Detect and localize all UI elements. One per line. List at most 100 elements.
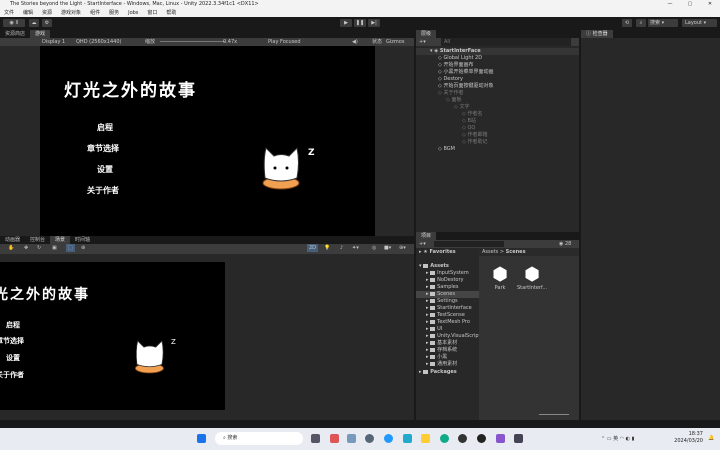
resolution-dropdown[interactable]: QHD (2560x1440) [76,38,121,46]
unity-hub-icon[interactable] [458,434,467,443]
folder-item[interactable]: ▸ 通用素材 [416,361,479,368]
hierarchy-item[interactable]: ◇ 作者名 [416,111,579,118]
tab-asset-store[interactable]: 资源商店 [0,30,30,38]
assets-item[interactable]: ▾ Assets [416,262,479,270]
tab-timeline[interactable]: 时间轴 [70,236,95,244]
scene-file-startinterface[interactable]: ⬢ StartInterf... [517,264,547,291]
hierarchy-item[interactable]: ◇ Destory [416,76,579,83]
scale-slider[interactable] [160,41,225,42]
hierarchy-item[interactable]: ◇ B站 [416,118,579,125]
menu-settings[interactable]: 设置 [97,164,113,175]
hierarchy-item[interactable]: ◇ QQ [416,125,579,132]
menu-about[interactable]: 关于作者 [87,185,119,196]
stats-button[interactable]: 状态 [372,38,382,46]
hierarchy-item[interactable]: ◇ 文字 [416,104,579,111]
folder-item[interactable]: ▸ Settings [416,298,479,305]
start-icon[interactable] [197,434,206,443]
cloud-icon[interactable]: ☁ [29,19,39,27]
search-dropdown[interactable]: 搜索 ▾ [648,19,678,27]
app-icon[interactable] [514,434,523,443]
transform-tool-icon[interactable]: ⊕ [81,244,85,252]
store-icon[interactable] [330,434,339,443]
move-tool-icon[interactable]: ✥ [24,244,28,252]
folder-item[interactable]: ▸ 基本素材 [416,340,479,347]
camera-icon[interactable]: ■▾ [384,244,391,252]
scene-viewport[interactable]: 灯光之外的故事 启程 章节选择 设置 关于作者 Z [0,262,225,410]
menu-assets[interactable]: 资源 [42,9,52,17]
scene-file-park[interactable]: ⬢ Park [487,264,513,291]
folder-item[interactable]: ▸ NoDestory [416,277,479,284]
notification-icon[interactable]: 🔔 [708,435,714,441]
tab-project[interactable]: 项目 [416,232,437,240]
hierarchy-item[interactable]: ◇ BGM [416,146,579,153]
gizmos-icon[interactable]: ⊕▾ [399,244,406,252]
folder-item[interactable]: ▸ TextMesh Pro [416,319,479,326]
folder-item[interactable]: ▸ UI [416,326,479,333]
menu-chapters[interactable]: 章节选择 [87,143,119,154]
maximize-button[interactable]: ▢ [680,0,700,9]
tab-animator[interactable]: 动画器 [0,236,25,244]
hierarchy-item[interactable]: ◇ 小黑开始菜单界面动画 [416,69,579,76]
mute-icon[interactable]: ◀) [352,38,358,46]
folder-item[interactable]: ▸ Unity.VisualScripting [416,333,488,340]
history-icon[interactable]: ⟲ [622,19,632,27]
menu-edit[interactable]: 编辑 [23,9,33,17]
folder-item[interactable]: ▸ TestScense [416,312,479,319]
file-explorer-icon[interactable] [421,434,430,443]
folder-item[interactable]: ▸ 存档系统 [416,347,479,354]
bilibili-icon[interactable] [403,434,412,443]
layout-dropdown[interactable]: Layout ▾ [682,19,717,27]
task-view-icon[interactable] [311,434,320,443]
menu-component[interactable]: 组件 [90,9,100,17]
hierarchy-item[interactable]: ◇ 关于作者 [416,90,579,97]
hierarchy-item[interactable]: ◇ Global Light 2D [416,55,579,62]
rect-tool-icon[interactable]: ⬚ [66,244,75,252]
folder-item[interactable]: ▸ InputSystem [416,270,479,277]
hand-tool-icon[interactable]: ✋ [8,244,14,252]
step-button[interactable]: ▶| [368,19,380,27]
breadcrumb-scenes[interactable]: Scenes [506,249,526,255]
hierarchy-item[interactable]: ◇ 作者助记 [416,139,579,146]
menu-start[interactable]: 启程 [97,122,113,133]
hierarchy-item[interactable]: ◇ 作者邮箱 [416,132,579,139]
clock[interactable]: 18:37 2024/03/20 [673,431,703,445]
pause-button[interactable]: ❚❚ [354,19,366,27]
account-button[interactable]: ◉ II [3,19,25,27]
hierarchy-item[interactable]: ◇ 面板 [416,97,579,104]
gizmos-dropdown[interactable]: Gizmos [386,38,404,46]
packages-item[interactable]: ▸ Packages [416,368,479,376]
play-button[interactable]: ▶ [340,19,352,27]
taskbar-search[interactable]: ⌕ 搜索 [215,432,303,445]
visual-studio-icon[interactable] [496,434,505,443]
ime-indicator[interactable]: 英 [613,436,618,442]
2d-toggle[interactable]: 2D [307,244,319,252]
menu-gameobject[interactable]: 游戏对象 [61,9,81,17]
play-mode-dropdown[interactable]: Play Focused [268,38,301,46]
display-dropdown[interactable]: Display 1 [42,38,65,46]
folder-item[interactable]: ▸ 小黑 [416,354,479,361]
breadcrumb-assets[interactable]: Assets [482,249,498,255]
menu-jobs[interactable]: Jobs [128,9,138,17]
search-icon[interactable]: ⌕ [636,19,646,27]
close-button[interactable]: ✕ [700,0,720,9]
menu-help[interactable]: 帮助 [166,9,176,17]
project-search-input[interactable] [434,241,504,247]
menu-window[interactable]: 窗口 [147,9,157,17]
folder-item[interactable]: ▸ Samples [416,284,479,291]
mail-icon[interactable] [347,434,356,443]
settings-app-icon[interactable] [365,434,374,443]
scale-tool-icon[interactable]: ▣ [52,244,57,252]
create-button[interactable]: +▾ [419,240,426,248]
lighting-icon[interactable]: 💡 [324,244,330,252]
tab-game[interactable]: 游戏 [30,30,51,38]
tab-hierarchy[interactable]: 层级 [416,30,437,38]
rotate-tool-icon[interactable]: ↻ [37,244,41,252]
folder-item[interactable]: ▸ Scenes [416,291,479,298]
minimize-button[interactable]: — [660,0,680,9]
tray-icons[interactable]: ⌃ ▭ 英 ◠ ◐ ▮ [601,435,634,442]
menu-file[interactable]: 文件 [4,9,14,17]
tab-scene[interactable]: 场景 [50,236,71,244]
unity-editor-icon[interactable] [477,434,486,443]
folder-item[interactable]: ▸ StartInterface [416,305,479,312]
settings-icon[interactable]: ⚙ [42,19,52,27]
